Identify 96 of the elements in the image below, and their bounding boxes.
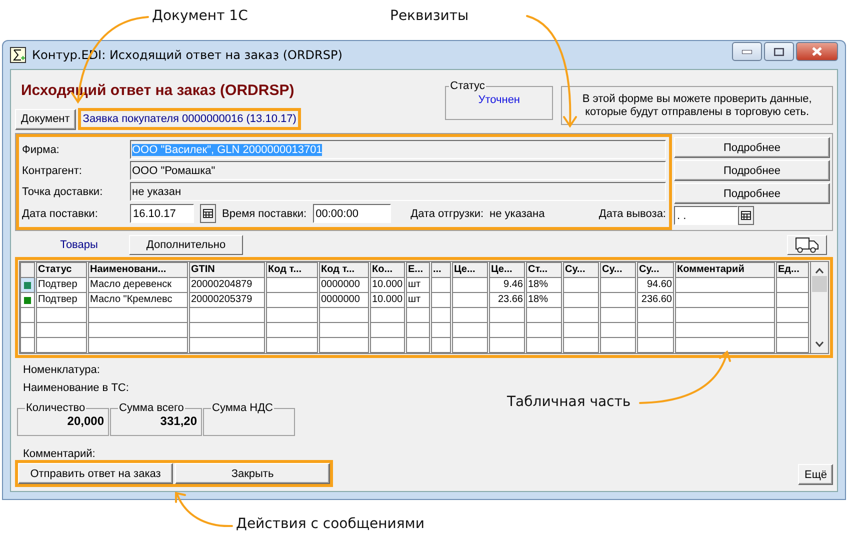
callout-label: Документ 1С (152, 8, 248, 24)
scroll-down-icon (815, 341, 824, 347)
column-header[interactable]: Су... (600, 262, 636, 278)
input-field[interactable]: ООО "Ромашка" (130, 161, 666, 180)
column-header[interactable]: Це... (488, 262, 526, 278)
total-label: Сумма НДС (211, 402, 274, 414)
total-label: Количество (25, 402, 86, 414)
status-value: Уточнен (478, 94, 520, 106)
table-cell: 23.66 (488, 292, 526, 308)
info-text: В этой форме вы можете проверить данные, которые будут отправлены в торговую сеть. (581, 92, 813, 118)
table-cell: Подтвер (36, 292, 88, 308)
column-header[interactable]: Це... (452, 262, 488, 278)
ts-name-label: Наименование в ТС: (23, 382, 130, 394)
table-cell: 20000205379 (188, 292, 266, 308)
column-header[interactable]: Су... (562, 262, 600, 278)
field-label: Дата отгрузки: (410, 208, 484, 220)
column-header[interactable]: Ст... (526, 262, 562, 278)
total-label: Сумма всего (118, 402, 185, 414)
time-field[interactable]: 00:00:00 (312, 204, 391, 223)
document-button[interactable]: Документ (15, 108, 76, 130)
field-label: Фирма: (22, 144, 60, 156)
calendar-icon (203, 209, 213, 218)
maximize-button[interactable] (764, 42, 794, 61)
calendar-button[interactable] (200, 204, 216, 223)
column-header[interactable]: Ко... (370, 262, 406, 278)
table-cell (600, 278, 636, 292)
column-header[interactable]: Е... (406, 262, 430, 278)
table-cell: шт (406, 292, 430, 308)
table-cell (266, 278, 318, 292)
column-header[interactable]: Су... (636, 262, 674, 278)
table-cell: 10.000 (370, 292, 406, 308)
action-button[interactable]: Закрыть (175, 463, 330, 484)
date-field[interactable]: . . (674, 206, 738, 225)
table-cell: 0000000 (318, 292, 370, 308)
table-cell: 18% (526, 292, 562, 308)
table-cell (562, 278, 600, 292)
field-label: Дата поставки: (22, 208, 99, 220)
row-marker[interactable] (20, 278, 36, 292)
calendar-button[interactable] (738, 206, 754, 225)
details-button[interactable]: Подробнее (674, 137, 830, 158)
minimize-button[interactable] (732, 42, 762, 61)
details-button[interactable]: Подробнее (674, 160, 830, 181)
scrollbar[interactable] (811, 262, 828, 353)
scroll-up-icon (815, 268, 824, 274)
table-cell (452, 278, 488, 292)
column-header[interactable]: Статус (36, 262, 88, 278)
details-button[interactable]: Подробнее (674, 183, 830, 204)
date-field[interactable]: 16.10.17 (130, 204, 194, 223)
row-marker[interactable] (20, 292, 36, 308)
field-label: Время поставки: (222, 208, 307, 220)
more-button[interactable]: Ещё (798, 464, 833, 485)
column-header[interactable]: ... (430, 262, 452, 278)
column-header[interactable]: Комментарий (674, 262, 776, 278)
column-header[interactable] (20, 262, 36, 278)
column-header[interactable]: Ед... (776, 262, 810, 278)
column-header[interactable]: GTIN (188, 262, 266, 278)
table-cell: Масло деревенск (88, 278, 188, 292)
column-header[interactable]: Код т... (266, 262, 318, 278)
action-button[interactable]: Отправить ответ на заказ (18, 463, 173, 484)
table-cell: 18% (526, 278, 562, 292)
table-cell: 10.000 (370, 278, 406, 292)
table-cell: 94.60 (636, 278, 674, 292)
field-label: Дата вывоза: (598, 208, 666, 220)
table-cell: 20000204879 (188, 278, 266, 292)
field-value: не указана (490, 208, 545, 220)
field-label: Контрагент: (22, 164, 83, 176)
input-field[interactable]: не указан (130, 182, 666, 201)
close-icon (812, 47, 822, 56)
delivery-button[interactable] (787, 235, 827, 255)
truck-icon (795, 237, 819, 253)
column-header[interactable]: Наименовани... (88, 262, 188, 278)
callout-label: Реквизиты (390, 8, 469, 24)
close-button[interactable] (796, 42, 838, 61)
table-cell: 0000000 (318, 278, 370, 292)
status-label: Статус (449, 80, 486, 92)
document-link[interactable]: Заявка покупателя 0000000016 (13.10.17) (80, 111, 298, 127)
table-cell: 236.60 (636, 292, 674, 308)
arrow (175, 492, 233, 527)
comment-label: Комментарий: (23, 448, 96, 460)
scroll-thumb[interactable] (812, 276, 827, 292)
callout-label: Табличная часть (507, 394, 631, 410)
field-label: Точка доставки: (22, 186, 104, 198)
app-icon (10, 47, 26, 63)
column-header[interactable]: Код т... (318, 262, 370, 278)
total-value: 20,000 (67, 414, 104, 428)
minimize-icon (742, 50, 752, 54)
tab[interactable]: Дополнительно (129, 235, 243, 255)
maximize-icon (774, 48, 784, 56)
table-cell (430, 278, 452, 292)
total-value: 331,20 (160, 414, 197, 428)
table-cell: шт (406, 278, 430, 292)
table-cell: 9.46 (488, 278, 526, 292)
table-cell: Масло "Кремлевс (88, 292, 188, 308)
callout-label: Действия с сообщениями (236, 516, 424, 532)
nomenclature-label: Номенклатура: (23, 364, 101, 376)
calendar-icon (741, 211, 751, 220)
